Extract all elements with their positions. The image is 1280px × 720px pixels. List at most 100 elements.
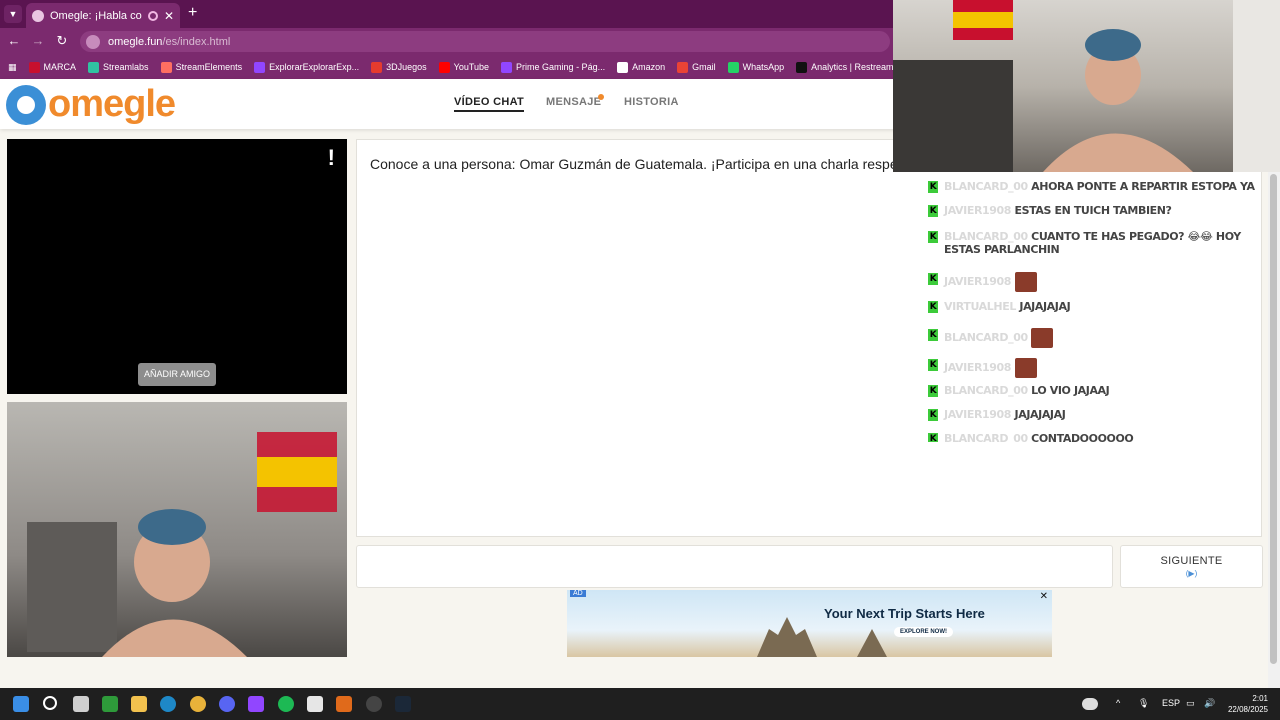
xbox-icon[interactable] [102, 696, 118, 712]
bookmark-item[interactable]: ExplorarExplorarExp... [254, 61, 359, 73]
ad-tag: AD [570, 590, 586, 597]
stream-chat-body: VIRTUALHEL JAJAJAJAJ [944, 300, 1071, 313]
stream-chat-message: K BLANCARD_00 CONTADOOOOOO [928, 432, 1258, 442]
back-icon[interactable]: ← [6, 33, 22, 49]
bookmark-item[interactable]: 3DJuegos [371, 61, 427, 73]
stream-chat-body: BLANCARD_00 LO VIO JAJAAJ [944, 384, 1110, 397]
report-button[interactable]: ! [328, 145, 335, 171]
nav-history[interactable]: HISTORIA [624, 96, 679, 108]
obs-icon[interactable] [366, 696, 382, 712]
stream-chat-message: K BLANCARD_00 AHORA PONTE A REPARTIR ESTO… [928, 180, 1258, 193]
streamer-webcam [893, 0, 1280, 172]
stream-chat-body: JAVIER1908 JAJAJAJAJ [944, 408, 1066, 421]
stream-chat-username: JAVIER1908 [944, 408, 1012, 421]
webcam-overlay-scene [893, 0, 1280, 172]
ad-close-icon[interactable]: ✕ [1040, 591, 1048, 602]
nav-message[interactable]: MENSAJE [546, 96, 601, 108]
new-tab-button[interactable]: + [188, 4, 197, 22]
stream-chat-username: BLANCARD_00 [944, 180, 1028, 193]
stream-chat-username: JAVIER1908 [944, 204, 1012, 217]
bookmark-item[interactable]: Prime Gaming - Pág... [501, 61, 606, 73]
emote-icon [1031, 328, 1054, 348]
show-hidden-icons-icon[interactable]: ^ [1116, 698, 1120, 708]
windows-start-icon[interactable] [13, 696, 29, 712]
ad-title: Your Next Trip Starts Here [824, 606, 985, 621]
stream-chat-body: BLANCARD_00 CONTADOOOOOO [944, 432, 1134, 442]
forward-icon[interactable]: → [30, 33, 46, 49]
bookmark-item[interactable]: Analytics | Restream... [796, 61, 901, 73]
stranger-video: ! AÑADIR AMIGO [7, 139, 347, 394]
bookmark-icon [160, 61, 172, 73]
nav-video-chat[interactable]: VÍDEO CHAT [454, 96, 525, 112]
steam-icon[interactable] [395, 696, 411, 712]
spotify-icon[interactable] [278, 696, 294, 712]
bookmark-icon [371, 61, 383, 73]
bookmark-label: Prime Gaming - Pág... [516, 62, 606, 72]
discord-icon[interactable] [219, 696, 235, 712]
ad-banner[interactable]: AD ✕ Your Next Trip Starts Here EXPLORE … [567, 590, 1052, 657]
bookmark-label: StreamElements [175, 62, 243, 72]
app-icon[interactable] [336, 696, 352, 712]
stream-chat-text: LO VIO JAJAAJ [1031, 384, 1110, 397]
bookmark-item[interactable]: Streamlabs [88, 61, 149, 73]
scroll-thumb[interactable] [1270, 174, 1277, 664]
bookmark-label: WhatsApp [742, 62, 785, 72]
stream-chat-message: K VIRTUALHEL JAJAJAJAJ [928, 300, 1258, 313]
microphone-icon[interactable]: 🎙 [1138, 698, 1149, 709]
close-tab-icon[interactable]: ✕ [164, 9, 174, 23]
site-info-icon[interactable] [86, 34, 100, 49]
reload-icon[interactable]: ↻ [54, 33, 70, 49]
tab-search-button[interactable]: ▼ [4, 5, 22, 23]
message-input[interactable] [356, 545, 1113, 588]
language-indicator[interactable]: ESP [1162, 698, 1180, 708]
search-icon[interactable] [43, 696, 57, 710]
bookmark-label: Gmail [692, 62, 716, 72]
twitch-icon[interactable] [248, 696, 264, 712]
stream-chat-body: BLANCARD_00 AHORA PONTE A REPARTIR ESTOP… [944, 180, 1255, 193]
stream-chat-username: BLANCARD_00 [944, 432, 1028, 442]
chrome-icon[interactable] [190, 696, 206, 712]
add-friend-button[interactable]: AÑADIR AMIGO [138, 363, 216, 386]
stream-chat-text: AHORA PONTE A REPARTIR ESTOPA YA [1031, 180, 1255, 193]
clock-time: 2:01 [1252, 694, 1268, 703]
stream-chat-username: VIRTUALHEL [944, 300, 1016, 313]
bookmark-label: Amazon [632, 62, 666, 72]
task-view-icon[interactable] [73, 696, 89, 712]
next-button[interactable]: SIGUIENTE (▶) [1120, 545, 1263, 588]
browser-tab[interactable]: Omegle: ¡Habla con Desconocidos! ✕ [26, 3, 180, 28]
tab-title: Omegle: ¡Habla con Desconocidos! [50, 9, 142, 22]
bookmark-item[interactable]: MARCA [28, 61, 76, 73]
intro-message: Conoce a una persona: Omar Guzmán de Gua… [370, 156, 936, 172]
stream-chat-text: JAJAJAJAJ [1014, 408, 1066, 421]
apps-icon[interactable]: ▦ [8, 62, 17, 73]
volume-icon[interactable]: 🔊 [1204, 698, 1215, 709]
stream-chat-message: K JAVIER1908 JAJAJAJAJ [928, 408, 1258, 421]
stream-chat-username: JAVIER1908 [944, 361, 1012, 374]
bookmark-item[interactable]: WhatsApp [727, 61, 785, 73]
address-bar[interactable]: omegle.fun/es/index.html [80, 31, 890, 52]
stream-chat-text: JAJAJAJAJ [1019, 300, 1071, 313]
ad-cta-button[interactable]: EXPLORE NOW! [894, 627, 954, 637]
self-video [7, 402, 347, 657]
bookmark-icon [88, 61, 100, 73]
bookmark-icon [254, 61, 266, 73]
emote-icon [1014, 272, 1037, 292]
notification-dot [598, 94, 604, 100]
weather-icon[interactable] [1082, 698, 1098, 710]
bookmark-item[interactable]: Gmail [677, 61, 716, 73]
bookmark-icon [796, 61, 808, 73]
network-icon[interactable]: ▭ [1186, 698, 1195, 709]
file-explorer-icon[interactable] [131, 696, 147, 712]
kick-badge-icon: K [928, 359, 938, 371]
kick-badge-icon: K [928, 329, 938, 341]
edge-icon[interactable] [160, 696, 176, 712]
capcut-icon[interactable] [307, 696, 323, 712]
bookmark-item[interactable]: YouTube [438, 61, 489, 73]
bookmark-item[interactable]: Amazon [617, 61, 666, 73]
omegle-logo-icon [6, 84, 46, 125]
bookmark-item[interactable]: StreamElements [160, 61, 243, 73]
clock[interactable]: 2:01 22/08/2025 [1228, 693, 1268, 715]
omegle-logo[interactable]: omegle [6, 83, 176, 126]
bookmark-label: Streamlabs [103, 62, 149, 72]
bookmark-icon [617, 61, 629, 73]
